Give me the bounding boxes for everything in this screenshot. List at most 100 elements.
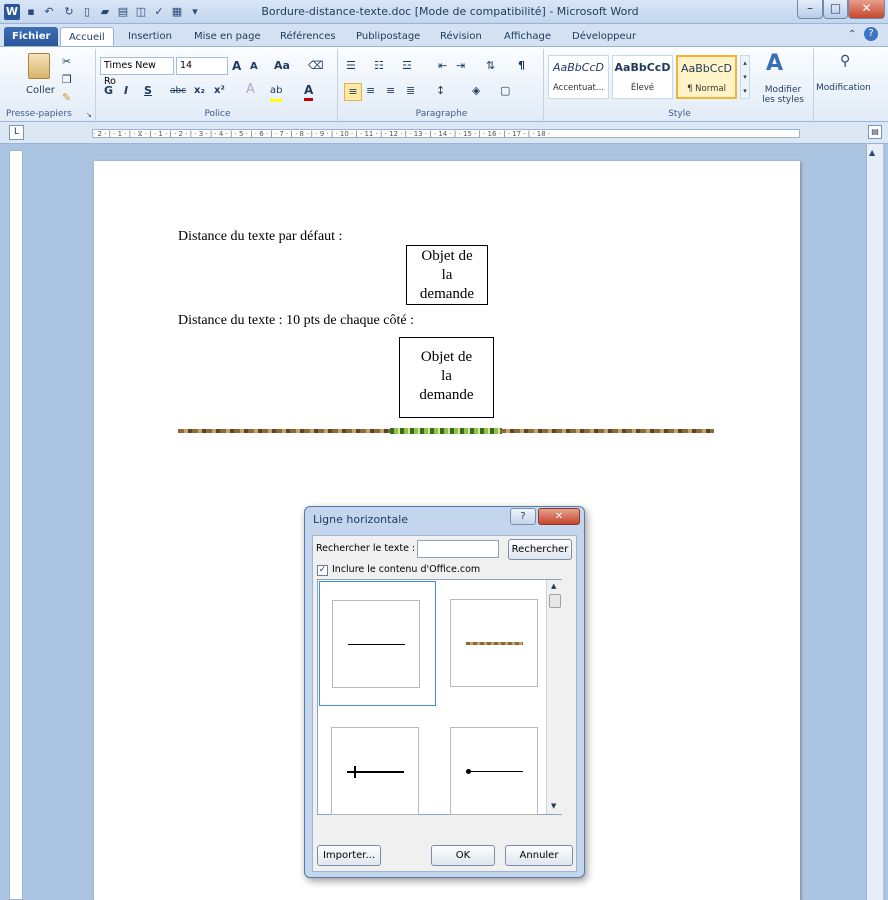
align-center-icon[interactable]: ≡	[366, 83, 375, 99]
minimize-button[interactable]: –	[797, 0, 823, 19]
print-preview-icon[interactable]: ◫	[134, 5, 148, 19]
gallery-item-selected[interactable]	[319, 581, 436, 706]
change-styles-label[interactable]: Modifier les styles	[758, 85, 808, 105]
tab-references[interactable]: Références	[272, 27, 344, 46]
dialog-close-button[interactable]: ✕	[538, 508, 580, 525]
new-document-icon[interactable]: ▯	[80, 5, 94, 19]
include-office-checkbox[interactable]: ✓	[317, 565, 328, 576]
scroll-up-icon[interactable]: ▲	[551, 582, 556, 590]
decrease-indent-icon[interactable]: ⇤	[438, 58, 447, 74]
clipboard-group: Coller ✂ ❐ ✎ Presse-papiers ↘	[0, 49, 96, 121]
font-name-combo[interactable]: Times New Ro	[100, 57, 174, 87]
shading-icon[interactable]: ◈	[472, 83, 480, 99]
find-icon[interactable]: ⚲	[840, 53, 850, 69]
bold-button[interactable]: G	[104, 83, 113, 99]
vertical-ruler[interactable]	[9, 150, 23, 900]
tab-insert[interactable]: Insertion	[120, 27, 180, 46]
word-app-icon[interactable]: W	[4, 4, 20, 20]
style-accentuation[interactable]: AaBbCcD Accentuat...	[548, 55, 609, 99]
superscript-button[interactable]: x²	[214, 83, 225, 99]
tab-file[interactable]: Fichier	[4, 27, 59, 46]
style-normal[interactable]: AaBbCcD ¶ Normal	[676, 55, 737, 99]
borders-icon[interactable]: ▢	[500, 83, 510, 99]
decorative-horizontal-line-right[interactable]	[500, 429, 714, 433]
subscript-button[interactable]: x₂	[194, 83, 205, 99]
bullets-icon[interactable]: ☰	[346, 58, 356, 74]
gallery-item[interactable]	[450, 727, 538, 815]
italic-button[interactable]: I	[124, 83, 128, 99]
gallery-item[interactable]	[331, 727, 419, 815]
format-painter-icon[interactable]: ✎	[62, 91, 71, 104]
cut-icon[interactable]: ✂	[62, 55, 71, 68]
maximize-button[interactable]: □	[823, 0, 848, 19]
ok-button[interactable]: OK	[431, 845, 495, 866]
gallery-item[interactable]	[450, 599, 538, 687]
tab-review[interactable]: Révision	[432, 27, 490, 46]
style-name: Accentuat...	[553, 83, 604, 93]
paste-icon[interactable]	[28, 53, 50, 79]
print-icon[interactable]: ▤	[116, 5, 130, 19]
paste-button-label[interactable]: Coller	[26, 85, 55, 96]
strikethrough-button[interactable]: abc	[170, 83, 186, 99]
help-icon[interactable]: ?	[864, 27, 878, 41]
decorative-horizontal-line-center[interactable]	[390, 428, 502, 434]
copy-icon[interactable]: ❐	[62, 73, 72, 86]
ruler-scale[interactable]: · 2 · | · 1 · | · ⧖ · | · 1 · | · 2 · | …	[92, 129, 800, 138]
multilevel-list-icon[interactable]: ☲	[402, 58, 412, 74]
underline-button[interactable]: S	[144, 83, 152, 99]
import-button[interactable]: Importer...	[317, 845, 381, 866]
font-group-label: Police	[204, 109, 231, 119]
vertical-scrollbar[interactable]: ▲	[866, 144, 883, 900]
styles-scroll-icon[interactable]: ▴ ▾ ▾	[740, 55, 750, 99]
grow-font-button[interactable]: A	[232, 58, 241, 74]
change-styles-icon[interactable]: A	[766, 51, 783, 76]
save-icon[interactable]: ▪	[24, 5, 38, 19]
object-box-default[interactable]: Objet de la demande	[406, 245, 488, 305]
tab-developer[interactable]: Développeur	[564, 27, 644, 46]
collapse-ribbon-icon[interactable]: ⌃	[848, 29, 856, 40]
line-spacing-icon[interactable]: ↕	[436, 83, 445, 99]
highlight-button[interactable]: ab	[270, 83, 283, 102]
sort-icon[interactable]: ⇅	[486, 58, 495, 74]
show-marks-button[interactable]: ¶	[518, 58, 525, 74]
tab-page-layout[interactable]: Mise en page	[186, 27, 269, 46]
numbering-icon[interactable]: ☷	[374, 58, 384, 74]
scroll-down-icon[interactable]: ▼	[551, 802, 556, 810]
tab-selector-icon[interactable]: L	[9, 125, 24, 140]
text-effects-icon[interactable]: A	[246, 82, 255, 98]
spelling-icon[interactable]: ✓	[152, 5, 166, 19]
style-preview: AaBbCcD	[553, 61, 604, 74]
clear-format-icon[interactable]: ⌫	[308, 58, 324, 74]
dialog-help-button[interactable]: ?	[510, 508, 536, 525]
clipboard-launcher-icon[interactable]: ↘	[86, 111, 92, 119]
align-right-icon[interactable]: ≡	[386, 83, 395, 99]
search-text-input[interactable]	[417, 540, 499, 558]
justify-icon[interactable]: ≣	[406, 83, 415, 99]
tab-view[interactable]: Affichage	[496, 27, 559, 46]
close-button[interactable]: ✕	[848, 0, 885, 19]
search-button[interactable]: Rechercher	[508, 539, 572, 560]
paragraph-group: ☰ ☷ ☲ ⇤ ⇥ ⇅ ¶ ≡ ≡ ≡ ≣ ↕ ◈ ▢ Paragraphe	[340, 49, 544, 121]
redo-icon[interactable]: ↻	[62, 5, 76, 19]
font-size-combo[interactable]: 14	[176, 57, 228, 75]
decorative-horizontal-line-left[interactable]	[178, 429, 392, 433]
open-icon[interactable]: ▰	[98, 5, 112, 19]
style-eleve[interactable]: AaBbCcD Élevé	[612, 55, 673, 99]
align-left-icon[interactable]: ≡	[344, 83, 362, 101]
cancel-button[interactable]: Annuler	[505, 845, 573, 866]
editing-label[interactable]: Modification	[816, 83, 871, 93]
scroll-up-icon[interactable]: ▲	[869, 148, 875, 157]
change-case-button[interactable]: Aa	[274, 58, 290, 74]
object-box-10pt[interactable]: Objet de la demande	[399, 337, 494, 418]
tab-home[interactable]: Accueil	[60, 27, 114, 46]
scroll-thumb[interactable]	[549, 594, 561, 608]
view-ruler-icon[interactable]: ▤	[868, 125, 882, 139]
ribbon-tabs: Fichier Accueil Insertion Mise en page R…	[0, 24, 888, 46]
font-color-button[interactable]: A	[304, 82, 314, 101]
increase-indent-icon[interactable]: ⇥	[456, 58, 465, 74]
include-office-label[interactable]: Inclure le contenu d'Office.com	[332, 564, 480, 575]
gallery-scrollbar[interactable]: ▲ ▼	[546, 580, 562, 814]
tab-mailings[interactable]: Publipostage	[348, 27, 428, 46]
undo-icon[interactable]: ↶	[42, 5, 56, 19]
shrink-font-button[interactable]: A	[250, 59, 258, 75]
